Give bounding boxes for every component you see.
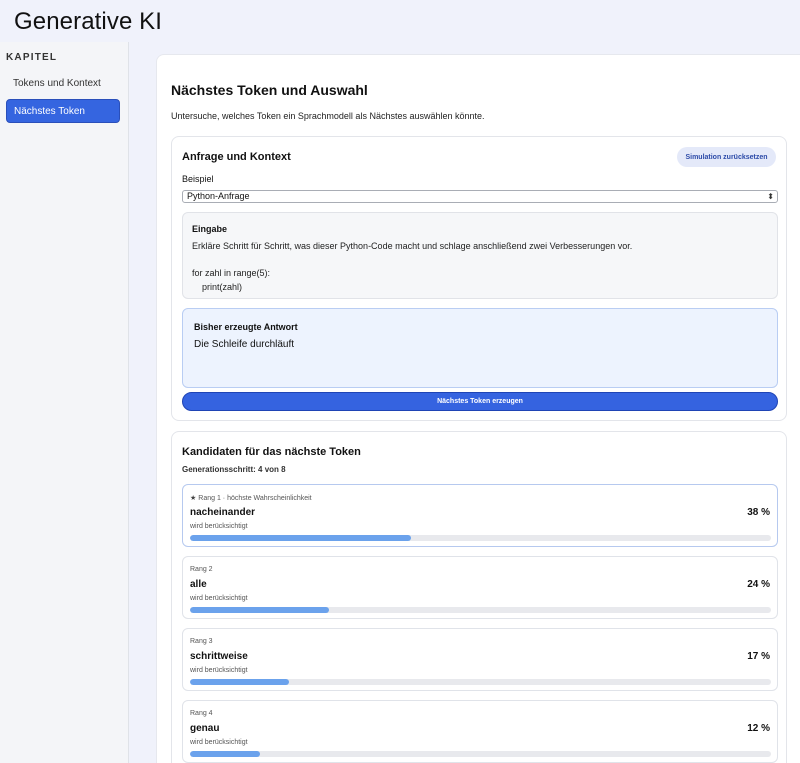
example-label: Beispiel — [182, 174, 214, 184]
sidebar-item-label: Tokens und Kontext — [13, 78, 101, 89]
candidate-status: wird berücksichtigt — [190, 523, 248, 530]
candidate-status: wird berücksichtigt — [190, 667, 248, 674]
candidate-probability: 38 % — [747, 507, 770, 518]
candidate-status: wird berücksichtigt — [190, 739, 248, 746]
candidate-card: Rang 3 schrittweise 17 % wird berücksich… — [182, 628, 778, 691]
page-description: Untersuche, welches Token ein Sprachmode… — [171, 111, 485, 121]
probability-bar — [190, 751, 771, 757]
candidate-token: genau — [190, 723, 220, 734]
input-heading: Eingabe — [192, 224, 228, 234]
probability-bar-fill — [190, 679, 289, 685]
example-select[interactable]: Python-Anfrage ⬍ — [182, 190, 778, 203]
main-content: Nächstes Token und Auswahl Untersuche, w… — [156, 54, 800, 763]
candidate-probability: 12 % — [747, 723, 770, 734]
candidates-panel: Kandidaten für das nächste Token Generat… — [171, 431, 787, 763]
chevron-updown-icon: ⬍ — [767, 192, 774, 201]
query-panel-title: Anfrage und Kontext — [182, 151, 291, 163]
generate-next-token-button[interactable]: Nächstes Token erzeugen — [182, 392, 778, 411]
rank-label: Rang 2 — [190, 566, 213, 573]
example-select-value: Python-Anfrage — [187, 191, 250, 201]
rank-label: Rang 4 — [190, 710, 213, 717]
probability-bar-fill — [190, 751, 260, 757]
sidebar-heading: KAPITEL — [6, 52, 58, 63]
candidate-token: nacheinander — [190, 507, 256, 518]
probability-bar-fill — [190, 607, 330, 613]
answer-text: Die Schleife durchläuft — [194, 339, 295, 350]
sidebar-item-naechstes-token[interactable]: Nächstes Token — [6, 99, 120, 123]
answer-box: Bisher erzeugte Antwort Die Schleife dur… — [182, 308, 778, 388]
query-panel: Anfrage und Kontext Simulation zurückset… — [171, 136, 787, 421]
rank-label: ★ Rang 1 · höchste Wahrscheinlichkeit — [190, 494, 312, 502]
candidates-panel-title: Kandidaten für das nächste Token — [182, 446, 361, 458]
candidate-probability: 24 % — [747, 579, 770, 590]
sidebar: KAPITEL Tokens und Kontext Nächstes Toke… — [0, 42, 129, 763]
app-title: Generative KI — [14, 8, 163, 35]
rank-label: Rang 3 — [190, 638, 213, 645]
probability-bar — [190, 535, 771, 541]
rank-label-text: Rang 1 · höchste Wahrscheinlichkeit — [198, 495, 312, 502]
page-title: Nächstes Token und Auswahl — [171, 82, 368, 98]
reset-simulation-button[interactable]: Simulation zurücksetzen — [677, 147, 776, 167]
generation-step: Generationsschritt: 4 von 8 — [182, 465, 286, 474]
sidebar-item-label: Nächstes Token — [14, 106, 85, 117]
answer-heading: Bisher erzeugte Antwort — [194, 322, 298, 332]
sidebar-item-tokens-und-kontext[interactable]: Tokens und Kontext — [6, 72, 120, 96]
candidate-card: Rang 2 alle 24 % wird berücksichtigt — [182, 556, 778, 619]
input-box: Eingabe Erkläre Schritt für Schritt, was… — [182, 212, 778, 299]
candidate-probability: 17 % — [747, 651, 770, 662]
probability-bar — [190, 607, 771, 613]
star-icon: ★ — [190, 495, 197, 502]
candidate-card: ★ Rang 1 · höchste Wahrscheinlichkeit nac… — [182, 484, 778, 547]
candidate-token: schrittweise — [190, 651, 248, 662]
candidate-token: alle — [190, 579, 207, 590]
candidate-card: Rang 4 genau 12 % wird berücksichtigt — [182, 700, 778, 763]
probability-bar-fill — [190, 535, 411, 541]
candidate-status: wird berücksichtigt — [190, 595, 248, 602]
input-text: Erkläre Schritt für Schritt, was dieser … — [192, 241, 633, 292]
probability-bar — [190, 679, 771, 685]
